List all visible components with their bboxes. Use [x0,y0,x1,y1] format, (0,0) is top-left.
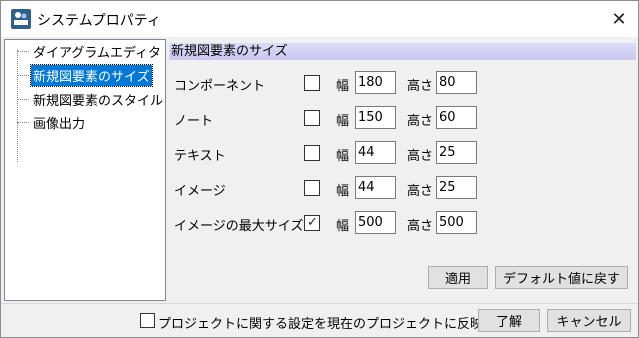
row-label: ノート [174,114,214,129]
row-label: イメージ [174,184,226,199]
height-input[interactable] [436,106,477,129]
category-tree: ダイアグラムエディタ 新規図要素のサイズ 新規図要素のスタイル 画像出力 [4,39,166,301]
tree-item-label: 新規図要素のサイズ [30,63,153,87]
reflect-project-label: プロジェクトに関する設定を現在のプロジェクトに反映する [158,317,510,332]
width-input[interactable] [355,211,396,234]
tree-item-image-export[interactable]: 画像出力 [17,112,87,132]
row-checkbox[interactable] [304,180,320,196]
width-label: 幅 [336,184,350,199]
tree-item-label: ダイアグラムエディタ [33,45,162,61]
row-label: イメージの最大サイズ [174,219,304,234]
size-row-text: テキスト 幅 高さ [169,141,636,165]
close-icon: ✕ [611,8,627,30]
window-title: システムプロパティ [37,13,161,29]
height-label: 高さ [407,114,434,129]
width-input[interactable] [355,106,396,129]
checkmark-icon: ✓ [307,215,318,230]
tree-item-diagram-editor[interactable]: ダイアグラムエディタ [17,41,163,61]
tree-item-new-element-style[interactable]: 新規図要素のスタイル [17,89,165,109]
close-button[interactable]: ✕ [604,5,634,33]
system-properties-dialog: システムプロパティ ✕ ダイアグラムエディタ 新規図要素のサイズ 新規図要素のス… [0,0,639,338]
title-bar: システムプロパティ ✕ [1,1,638,37]
width-input[interactable] [355,71,396,94]
height-input[interactable] [436,141,477,164]
height-label: 高さ [407,149,434,164]
cancel-button[interactable]: キャンセル [547,309,631,332]
height-input[interactable] [436,71,477,94]
footer-divider [1,303,638,304]
height-input[interactable] [436,176,477,199]
width-label: 幅 [336,219,350,234]
width-input[interactable] [355,176,396,199]
row-checkbox[interactable] [304,75,320,91]
app-icon [11,9,31,29]
tree-item-label: 画像出力 [33,116,86,132]
height-input[interactable] [436,211,477,234]
row-label: テキスト [174,149,226,164]
size-row-component: コンポーネント 幅 高さ [169,71,636,95]
width-label: 幅 [336,79,350,94]
tree-item-new-element-size[interactable]: 新規図要素のサイズ [17,63,153,87]
size-row-image: イメージ 幅 高さ [169,176,636,200]
size-row-note: ノート 幅 高さ [169,106,636,130]
reset-default-button[interactable]: デフォルト値に戻す [495,266,628,289]
height-label: 高さ [407,79,434,94]
size-row-image-max: イメージの最大サイズ ✓ 幅 高さ [169,211,636,235]
settings-panel: 新規図要素のサイズ コンポーネント 幅 高さ ノート 幅 高さ テキスト 幅 高… [169,39,636,301]
width-label: 幅 [336,149,350,164]
row-checkbox[interactable] [304,110,320,126]
width-label: 幅 [336,114,350,129]
row-checkbox[interactable] [304,145,320,161]
height-label: 高さ [407,219,434,234]
row-label: コンポーネント [174,79,266,94]
reflect-project-checkbox[interactable] [140,313,155,328]
width-input[interactable] [355,141,396,164]
tree-item-label: 新規図要素のスタイル [33,93,164,109]
section-title: 新規図要素のサイズ [169,43,636,60]
height-label: 高さ [407,184,434,199]
apply-button[interactable]: 適用 [428,266,488,289]
ok-button[interactable]: 了解 [478,309,540,332]
row-checkbox[interactable]: ✓ [304,215,320,231]
